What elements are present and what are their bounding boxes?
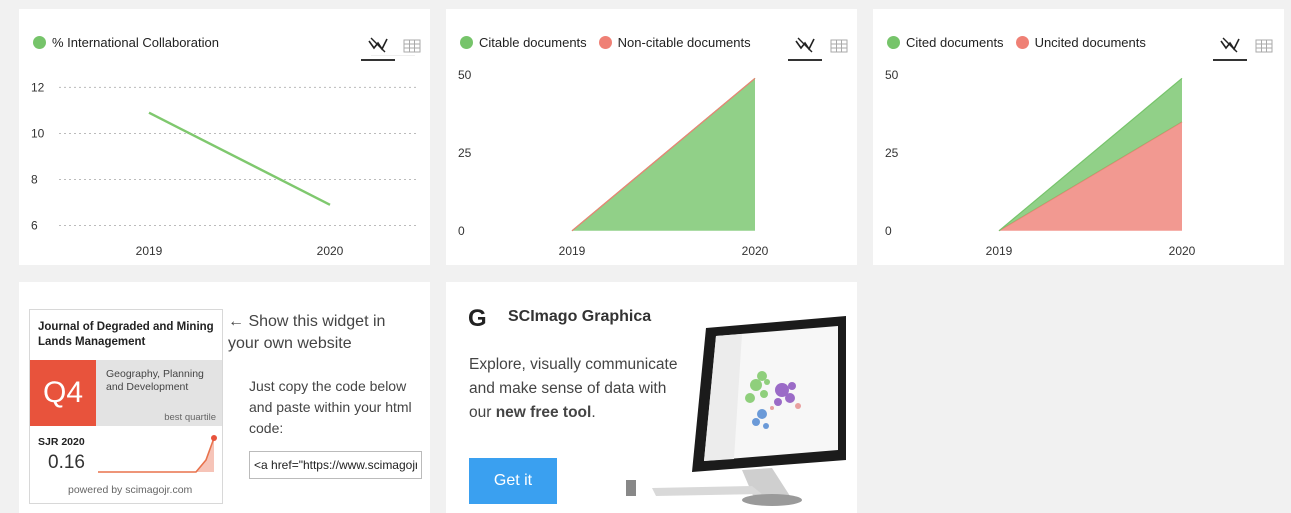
- y-tick-label: 50: [458, 68, 472, 82]
- y-tick-label: 0: [458, 224, 465, 238]
- cited-chart-card: Cited documents Uncited documents 50 25 0 2…: [873, 9, 1284, 265]
- graphica-text-bold: new free tool: [495, 404, 592, 421]
- x-tick-label: 2019: [559, 244, 586, 258]
- powered-by-link[interactable]: powered by scimagojr.com: [68, 484, 192, 496]
- x-tick-label: 2020: [1169, 244, 1196, 258]
- best-quartile-label: best quartile: [164, 412, 216, 423]
- get-it-button[interactable]: Get it: [469, 458, 557, 504]
- category-box: Geography, Planning and Development best…: [96, 360, 222, 426]
- graphica-text-end: .: [591, 404, 596, 421]
- series-line: [148, 111, 331, 206]
- citable-area-chart: 50 25 0 2019 2020: [458, 68, 769, 258]
- cited-area-chart: 50 25 0 2019 2020: [885, 68, 1196, 258]
- collab-line-chart: 12 10 8 6 2019 2020: [31, 80, 419, 258]
- y-tick-label: 25: [458, 146, 472, 160]
- computer-illustration-icon: [626, 316, 846, 506]
- x-tick-label: 2020: [317, 244, 344, 258]
- y-tick-label: 25: [885, 146, 899, 160]
- graphica-logo-icon: G: [468, 305, 487, 332]
- graphica-card: G SCImago Graphica Explore, visually com…: [446, 282, 857, 513]
- y-tick-label: 0: [885, 224, 892, 238]
- x-tick-label: 2020: [742, 244, 769, 258]
- collab-chart-card: % International Collaboration 12 10 8 6 2019…: [19, 9, 430, 265]
- quartile-badge: Q4: [30, 360, 96, 426]
- x-tick-label: 2019: [136, 244, 163, 258]
- sjr-value: 0.16: [48, 452, 85, 473]
- sjr-label: SJR 2020: [38, 436, 85, 448]
- widget-journal-title: Journal of Degraded and Mining Lands Man…: [38, 321, 214, 348]
- category-name: Geography, Planning and Development: [106, 368, 204, 393]
- y-tick-label: 12: [31, 80, 45, 94]
- y-tick-label: 10: [31, 126, 45, 140]
- sjr-sparkline: [98, 435, 217, 473]
- show-widget-text: ← Show this widget in your own website: [228, 313, 386, 352]
- x-tick-label: 2019: [986, 244, 1013, 258]
- y-tick-label: 6: [31, 218, 38, 232]
- citable-chart-card: Citable documents Non-citable documents …: [446, 9, 857, 265]
- sjr-widget[interactable]: Journal of Degraded and Mining Lands Man…: [29, 309, 223, 504]
- y-tick-label: 8: [31, 172, 38, 186]
- copy-instructions: Just copy the code below and paste withi…: [249, 378, 412, 436]
- y-tick-label: 50: [885, 68, 899, 82]
- embed-code-input[interactable]: [249, 451, 422, 479]
